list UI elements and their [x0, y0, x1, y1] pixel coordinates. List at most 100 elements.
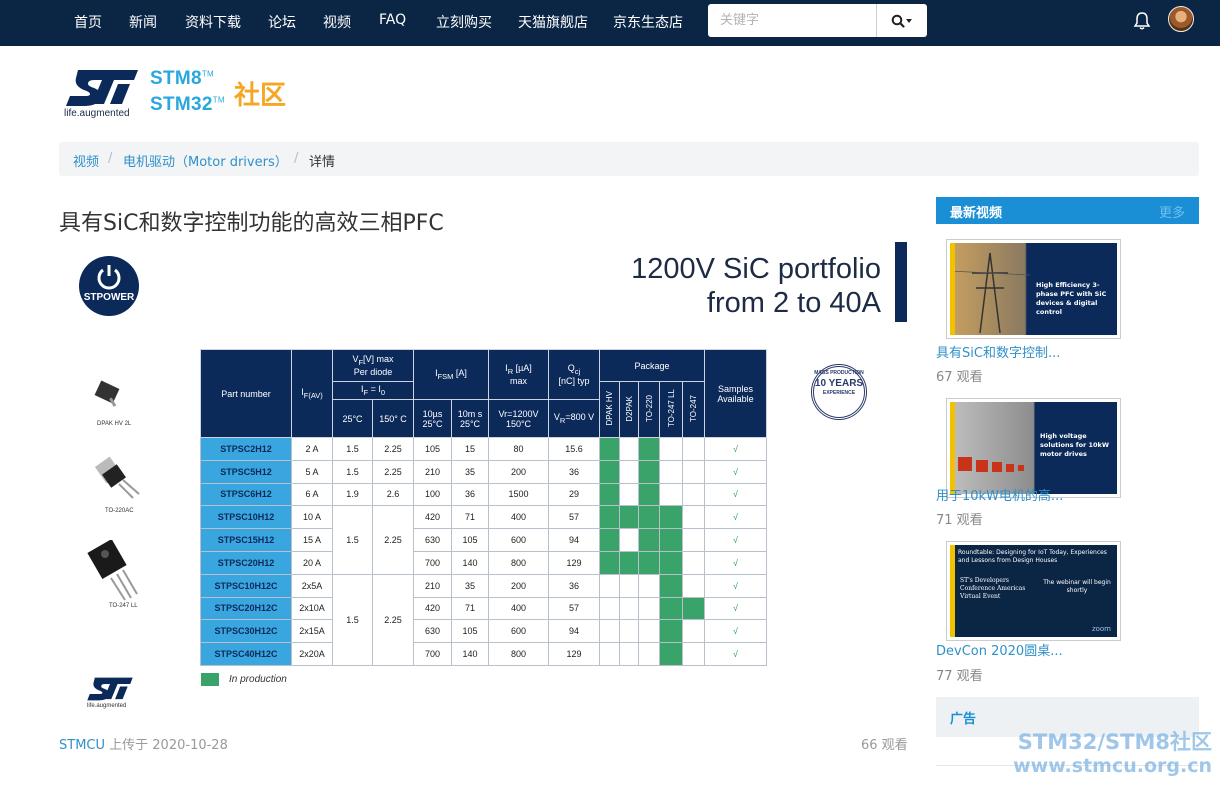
header-pkg-to247ll: TO-247 LL — [659, 381, 683, 438]
video-link[interactable]: DevCon 2020圆桌... — [936, 640, 1063, 659]
nav-tmall-store[interactable]: 天猫旗舰店 — [518, 12, 588, 32]
video-link[interactable]: 用于10kW电机的高... — [936, 485, 1063, 504]
latest-videos-header: 最新视频 更多 — [936, 197, 1199, 224]
cell-qc: 36 — [548, 459, 600, 484]
cell-package — [619, 437, 639, 461]
header-if: IF(AV) — [291, 349, 333, 438]
cell-ifsm-10us: 700 — [413, 550, 452, 575]
table-row: STPSC2H12 2 A 1.5 2.25 105 15 80 15.6 √ — [200, 437, 768, 461]
header-samples: Samples Available — [704, 349, 768, 438]
upload-info: STMCU 上传于 2020-10-28 — [59, 734, 228, 753]
cell-part-number: STPSC15H12 — [200, 528, 292, 552]
nav-news[interactable]: 新闻 — [129, 12, 157, 32]
cell-package — [659, 550, 683, 575]
site-logo[interactable]: life.augmented STM8TM STM32TM 社区 — [62, 66, 302, 122]
video-player[interactable]: STPOWER 1200V SiC portfolio from 2 to 40… — [59, 238, 909, 720]
nav-forum[interactable]: 论坛 — [268, 12, 296, 32]
cell-if: 5 A — [291, 459, 333, 484]
cell-samples-check: √ — [704, 482, 768, 507]
cell-package — [599, 573, 620, 598]
cell-qc: 57 — [548, 505, 600, 530]
cell-ir: 800 — [488, 550, 549, 575]
cell-ifsm-10us: 420 — [413, 505, 452, 530]
slide-accent-bar — [895, 242, 907, 322]
header-pkg-to220: TO-220 — [638, 381, 660, 438]
user-avatar[interactable] — [1168, 6, 1194, 32]
nav-home[interactable]: 首页 — [74, 12, 102, 32]
cell-package — [659, 573, 683, 598]
video-thumbnail[interactable]: High voltage solutions for 10kW motor dr… — [946, 398, 1121, 498]
cell-package — [638, 505, 660, 530]
cell-ifsm-10ms: 140 — [451, 642, 489, 666]
cell-ifsm-10us: 630 — [413, 528, 452, 552]
cell-package — [659, 437, 683, 461]
header-ifsm: IFSM [A] — [413, 349, 489, 400]
cell-package — [599, 550, 620, 575]
cell-package — [681, 528, 706, 552]
uploader-link[interactable]: STMCU — [59, 738, 105, 753]
cell-ir: 80 — [488, 437, 549, 461]
cell-samples-check: √ — [704, 596, 768, 621]
cell-package — [681, 505, 706, 530]
cell-ir: 600 — [488, 619, 549, 644]
dpak-package-image — [94, 380, 120, 407]
video-thumbnail[interactable]: High Efficiency 3-phase PFC with SiC dev… — [946, 239, 1121, 339]
cell-vf-150c: 2.6 — [372, 482, 414, 507]
sic-portfolio-table: Part number IF(AV) VF[V] max Per diode IF… — [200, 349, 768, 667]
cell-package — [681, 437, 706, 461]
cell-package — [659, 619, 683, 644]
cell-samples-check: √ — [704, 619, 768, 644]
stpower-badge: STPOWER — [79, 256, 139, 316]
cell-vf-25c: 1.9 — [332, 482, 373, 507]
to220-package-image — [94, 456, 140, 499]
cell-ifsm-10us: 210 — [413, 459, 452, 484]
header-vf-25c: 25°C — [332, 399, 373, 438]
view-count: 66 观看 — [861, 738, 908, 753]
logo-stm8: STM8TM — [150, 68, 215, 89]
breadcrumb-motor-drivers[interactable]: 电机驱动（Motor drivers） — [123, 151, 288, 170]
nav-downloads[interactable]: 资料下载 — [185, 12, 241, 32]
cell-samples-check: √ — [704, 437, 768, 461]
table-row: STPSC15H12 15 A 630 105 600 94 √ — [200, 528, 768, 552]
table-row: STPSC6H12 6 A 1.9 2.6 100 36 1500 29 √ — [200, 482, 768, 507]
ten-years-badge: MASS PRODUCTION 10 YEARS EXPERIENCE — [811, 364, 867, 420]
cell-package — [599, 437, 620, 461]
header-part-number: Part number — [200, 349, 292, 438]
table-row: STPSC30H12C 2x15A 630 105 600 94 √ — [200, 619, 768, 644]
cell-ir: 600 — [488, 528, 549, 552]
cell-qc: 29 — [548, 482, 600, 507]
cell-qc: 15.6 — [548, 437, 600, 461]
breadcrumb-separator: / — [294, 151, 299, 166]
cell-ifsm-10ms: 35 — [451, 459, 489, 484]
more-link[interactable]: 更多 — [1159, 202, 1185, 221]
breadcrumb-video[interactable]: 视频 — [73, 151, 99, 170]
nav-buy-now[interactable]: 立刻购买 — [436, 12, 492, 32]
cell-package — [681, 642, 706, 666]
cell-ifsm-10ms: 71 — [451, 596, 489, 621]
cell-ifsm-10ms: 36 — [451, 482, 489, 507]
thumb-caption: High voltage solutions for 10kW motor dr… — [1040, 432, 1110, 458]
nav-faq[interactable]: FAQ — [379, 12, 406, 28]
cell-ifsm-10ms: 140 — [451, 550, 489, 575]
thumb-caption: Roundtable: Designing for IoT Today, Exp… — [958, 549, 1107, 564]
video-thumbnail[interactable]: Roundtable: Designing for IoT Today, Exp… — [946, 541, 1121, 641]
ad-title: 广告 — [950, 712, 977, 727]
search-input[interactable] — [708, 4, 876, 37]
to247-package-image — [87, 540, 138, 601]
bell-icon[interactable] — [1133, 11, 1151, 31]
cell-package — [681, 573, 706, 598]
cell-part-number: STPSC40H12C — [200, 642, 292, 666]
nav-jd-store[interactable]: 京东生态店 — [613, 12, 683, 32]
upload-date: 上传于 2020-10-28 — [109, 738, 228, 753]
cell-qc: 94 — [548, 528, 600, 552]
video-link[interactable]: 具有SiC和数字控制... — [936, 342, 1060, 361]
cell-vf-25c: 1.5 — [332, 437, 373, 461]
cell-vf-25c: 1.5 — [332, 505, 373, 575]
header-ifsm-10ms: 10m s 25°C — [451, 399, 489, 438]
cell-package — [619, 550, 639, 575]
logo-community: 社区 — [234, 81, 287, 111]
cell-ir: 400 — [488, 505, 549, 530]
cell-if: 2x15A — [291, 619, 333, 644]
nav-video[interactable]: 视频 — [323, 12, 351, 32]
search-button[interactable] — [876, 4, 927, 37]
